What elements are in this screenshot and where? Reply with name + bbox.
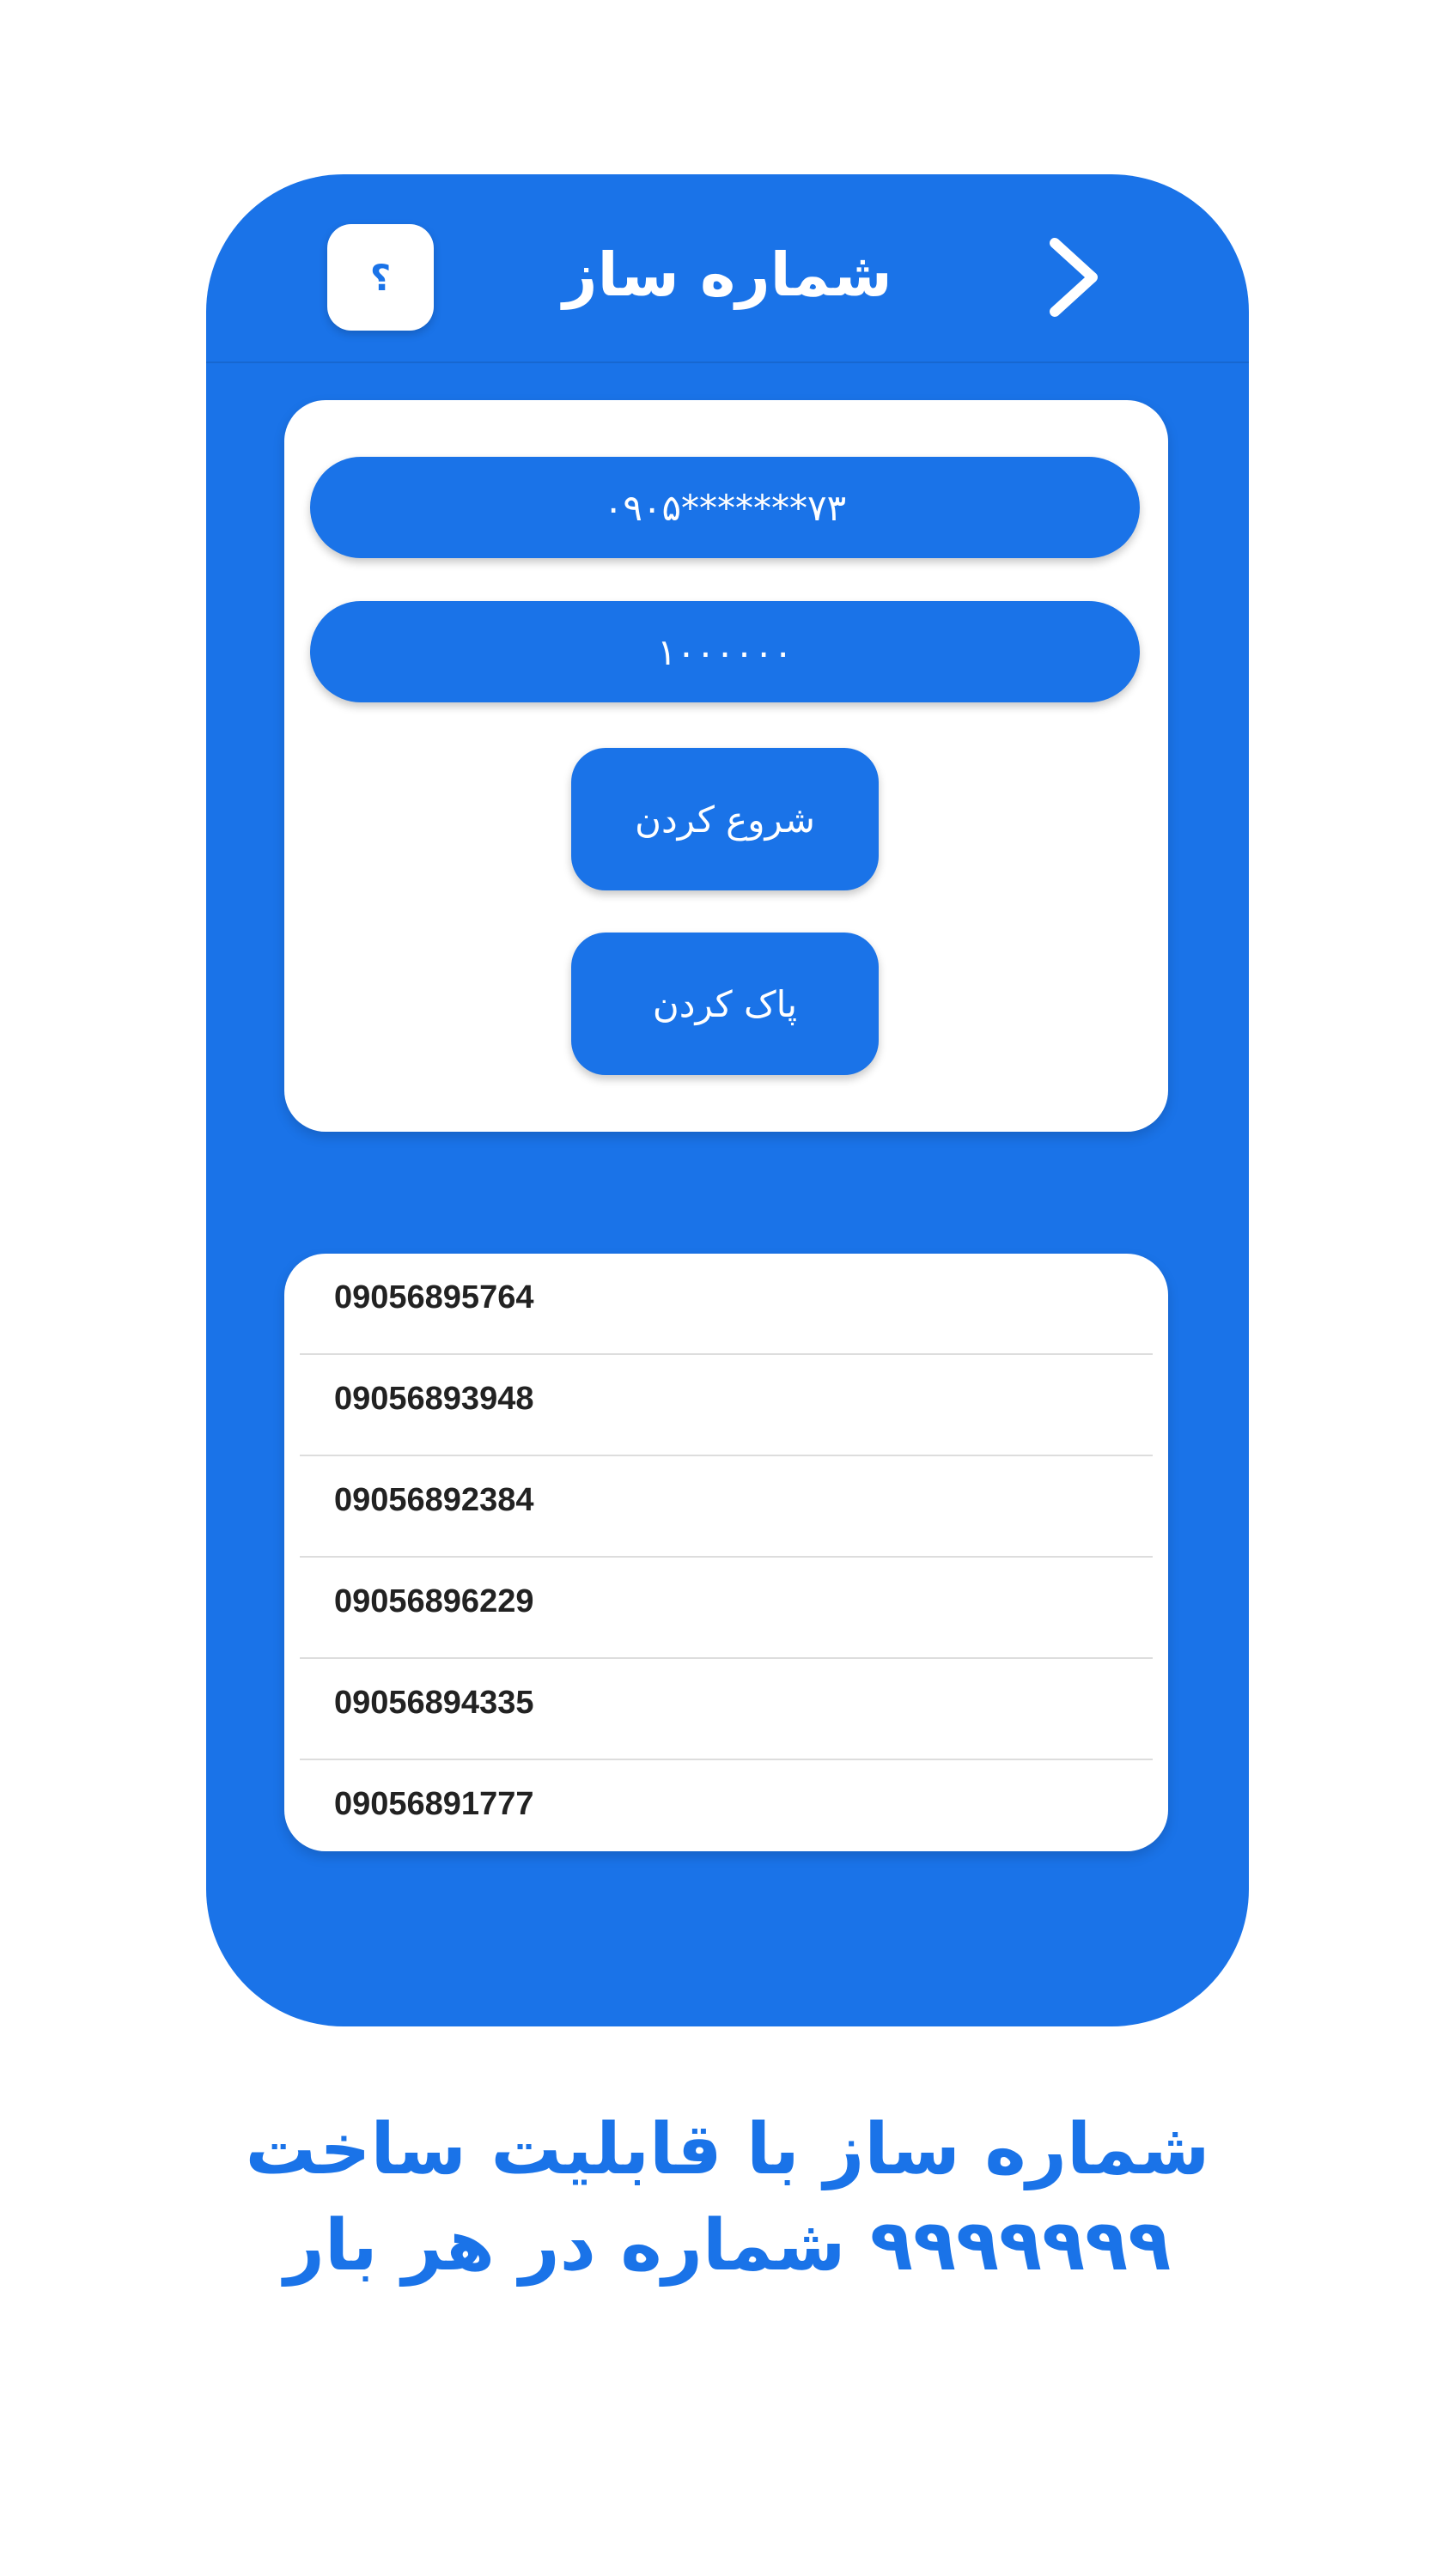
result-number: 09056891777 [334,1786,534,1822]
promo-line-2: ۹۹۹۹۹۹۹ شماره در هر بار [283,2205,1172,2287]
generator-card: ۰۹۰۵*******۷۳ ۱۰۰۰۰۰۰ شروع کردن پاک کردن [284,400,1168,1132]
app-bar: ؟ شماره ساز [206,174,1249,363]
result-number: 09056892384 [334,1482,534,1518]
chevron-right-icon[interactable] [1036,234,1113,320]
list-item[interactable]: 09056892384 [300,1456,1153,1558]
clear-button[interactable]: پاک کردن [571,933,879,1075]
result-number: 09056895764 [334,1279,534,1315]
phone-frame: ؟ شماره ساز ۰۹۰۵*******۷۳ ۱۰۰۰۰۰۰ شروع ک… [206,174,1249,2026]
pattern-input[interactable]: ۰۹۰۵*******۷۳ [310,457,1140,558]
count-input[interactable]: ۱۰۰۰۰۰۰ [310,601,1140,702]
result-number: 09056894335 [334,1685,534,1721]
list-item[interactable]: 09056895764 [300,1254,1153,1355]
result-number: 09056896229 [334,1583,534,1619]
results-list: 09056895764 09056893948 09056892384 0905… [284,1254,1168,1851]
list-item[interactable]: 09056891777 [300,1760,1153,1851]
list-item[interactable]: 09056894335 [300,1659,1153,1760]
list-item[interactable]: 09056893948 [300,1355,1153,1456]
app-title: شماره ساز [563,240,892,310]
result-number: 09056893948 [334,1381,534,1417]
help-button[interactable]: ؟ [327,224,434,331]
start-button[interactable]: شروع کردن [571,748,879,890]
list-item[interactable]: 09056896229 [300,1558,1153,1659]
promo-caption: شماره ساز با قابلیت ساخت ۹۹۹۹۹۹۹ شماره د… [206,2095,1249,2301]
promo-line-1: شماره ساز با قابلیت ساخت [245,2109,1210,2190]
help-icon: ؟ [369,256,392,299]
